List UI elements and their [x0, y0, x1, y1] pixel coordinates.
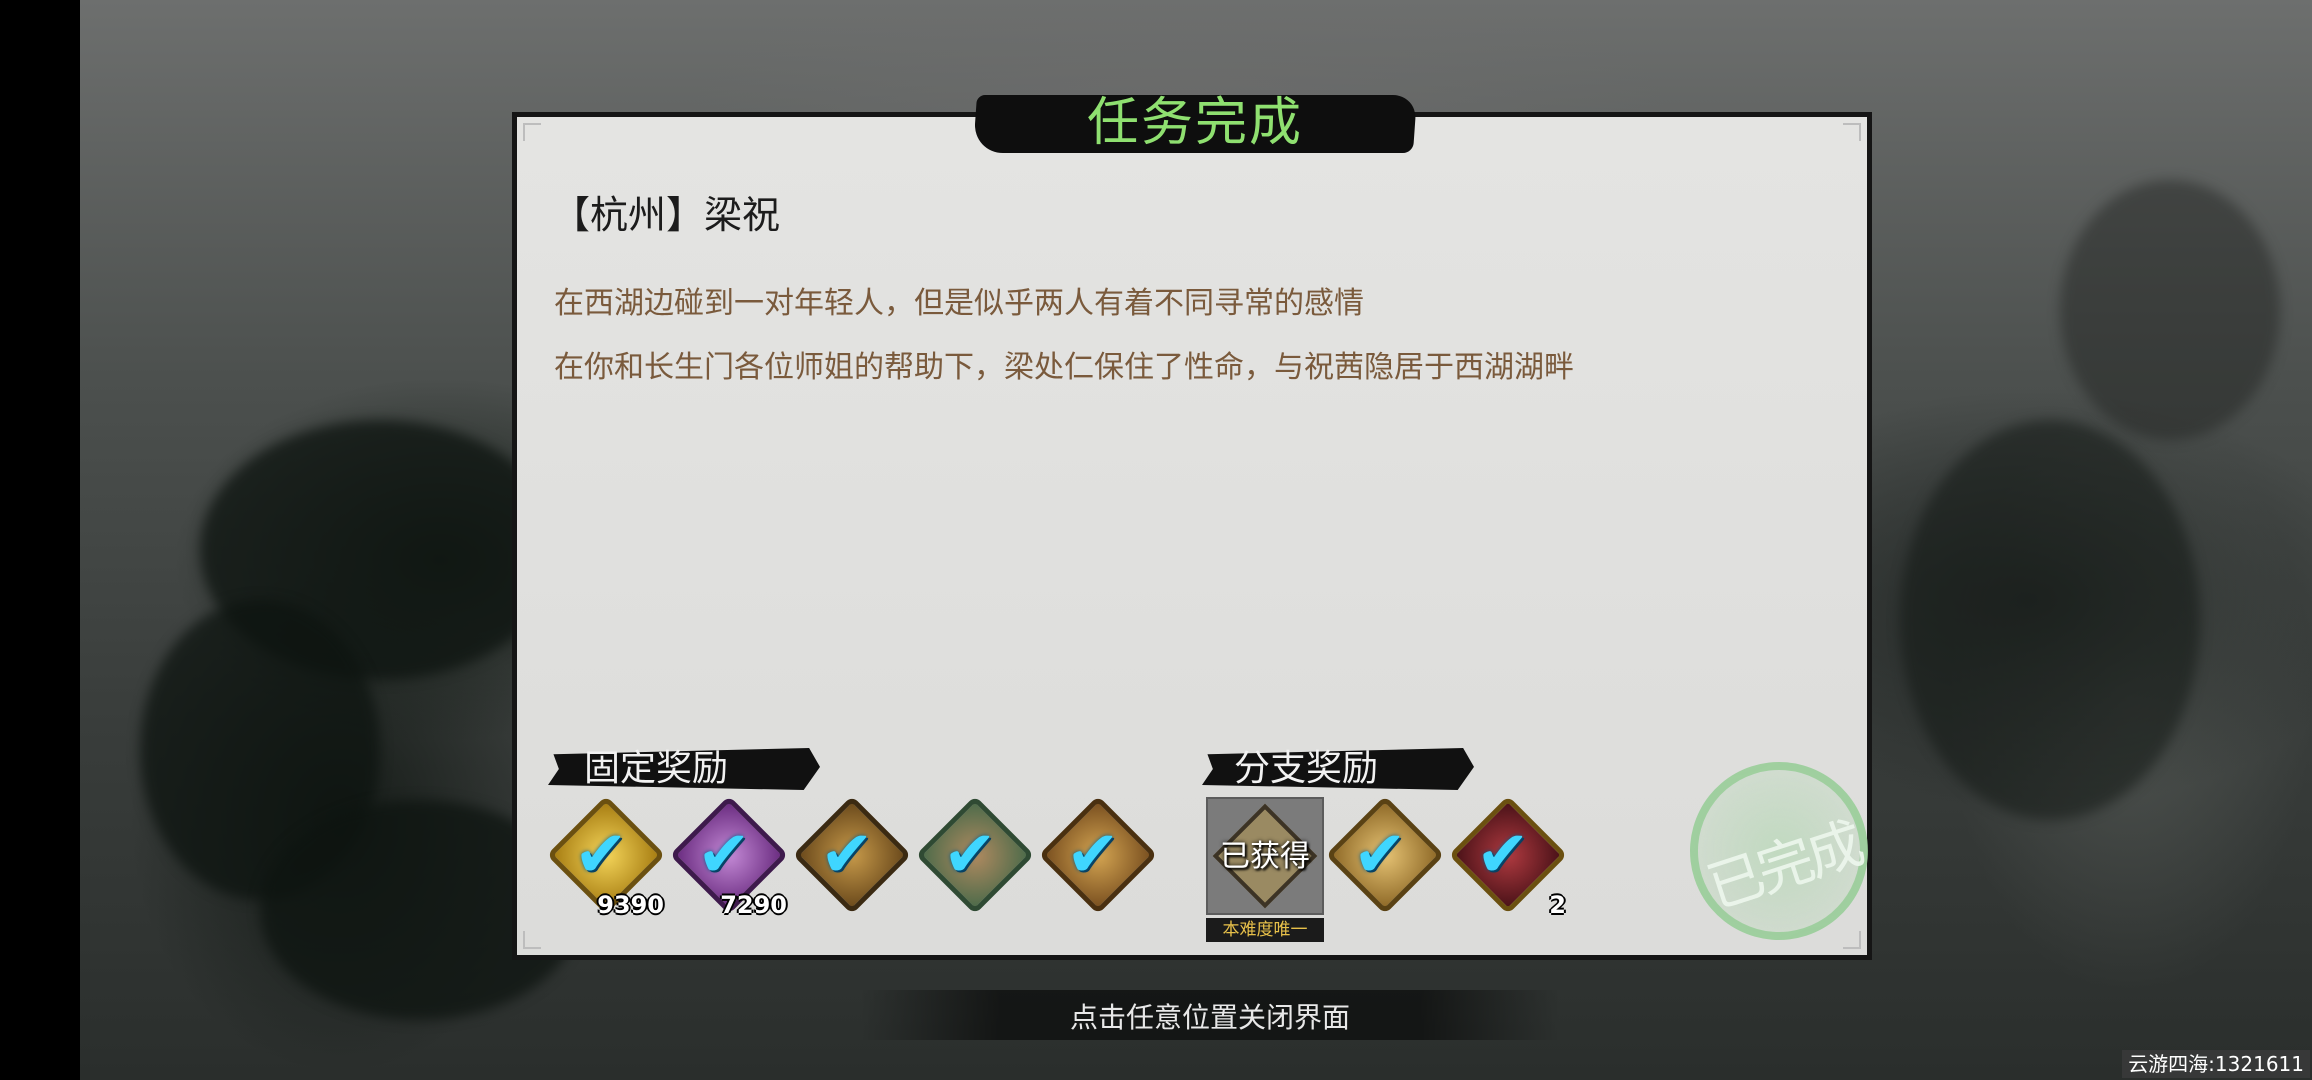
check-icon: ✔: [1066, 818, 1120, 892]
quest-name: 【杭州】梁祝: [552, 193, 781, 237]
fixed-rewards-label: 固定奖励: [584, 748, 729, 789]
reward-item-gold-scroll[interactable]: ✔: [1325, 795, 1447, 917]
check-icon: ✔: [1353, 818, 1407, 892]
close-hint[interactable]: 点击任意位置关闭界面: [860, 996, 1560, 1036]
branch-rewards-label: 分支奖励: [1234, 748, 1379, 789]
reward-item-gold-coin[interactable]: ✔ 9390: [546, 795, 668, 919]
unique-tag: 本难度唯一: [1206, 918, 1324, 942]
left-black-bar: [0, 0, 80, 1080]
reward-quantity: 2: [1549, 891, 1566, 919]
reward-item-red-gem[interactable]: ✔ 2: [1448, 795, 1570, 919]
reward-quantity: 7290: [720, 891, 787, 919]
reward-quantity: 9390: [597, 891, 664, 919]
obtained-label: 已获得: [1220, 839, 1310, 874]
completed-stamp-text: 已完成: [1699, 811, 1869, 922]
reward-item-orange[interactable]: ✔: [1038, 795, 1160, 917]
dialog-title: 任务完成: [1086, 93, 1303, 153]
quest-description-line-2: 在你和长生门各位师姐的帮助下，梁处仁保住了性命，与祝茜隐居于西湖湖畔: [554, 350, 1574, 385]
check-icon: ✔: [943, 818, 997, 892]
reward-item-green[interactable]: ✔: [915, 795, 1037, 917]
reward-item-brown-scroll[interactable]: ✔: [792, 795, 914, 917]
quest-description-line-1: 在西湖边碰到一对年轻人，但是似乎两人有着不同寻常的感情: [554, 286, 1364, 321]
branch-reward-obtained[interactable]: 已获得: [1206, 797, 1324, 915]
reward-item-purple-coin[interactable]: ✔ 7290: [669, 795, 791, 919]
check-icon: ✔: [574, 818, 628, 892]
check-icon: ✔: [820, 818, 874, 892]
check-icon: ✔: [697, 818, 751, 892]
watermark: 云游四海:1321611: [2122, 1050, 2310, 1078]
check-icon: ✔: [1476, 818, 1530, 892]
